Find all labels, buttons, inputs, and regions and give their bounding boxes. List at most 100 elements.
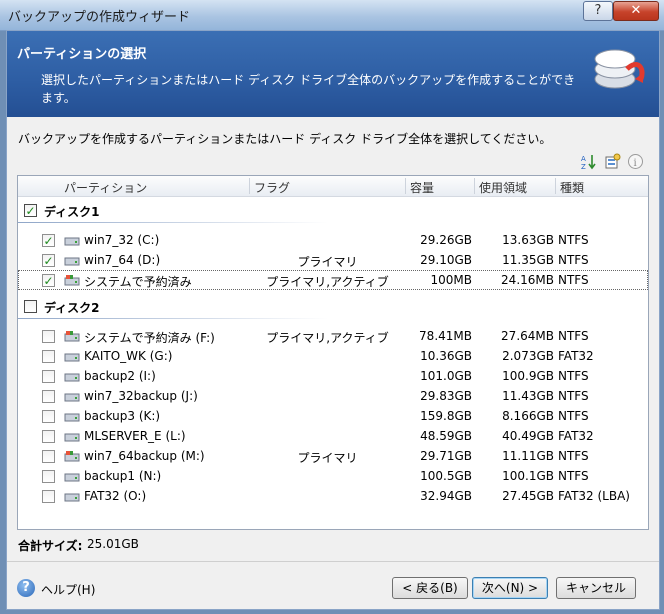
disk-icon: [64, 257, 80, 266]
close-button[interactable]: ✕: [613, 1, 659, 21]
partition-name: win7_32 (C:): [84, 233, 160, 247]
partition-flag: プライマリ,アクティブ: [266, 331, 389, 345]
partition-used: 11.11GB: [502, 449, 554, 463]
partition-type: FAT32: [558, 349, 594, 363]
partition-checkbox[interactable]: [42, 330, 55, 343]
disk-icon: [64, 373, 80, 382]
partition-checkbox[interactable]: [42, 470, 55, 483]
partition-capacity: 32.94GB: [420, 489, 472, 503]
partition-flag: プライマリ: [297, 255, 358, 269]
partition-row[interactable]: ✓ win7_64 (D:) プライマリ 29.10GB 11.35GB NTFS: [18, 250, 648, 270]
disk-label: ディスク2: [44, 301, 100, 315]
partition-name: backup3 (K:): [84, 409, 161, 423]
partition-checkbox[interactable]: [42, 410, 55, 423]
column-type[interactable]: 種類: [560, 179, 584, 196]
svg-text:A: A: [581, 155, 586, 163]
footer-divider: [7, 561, 659, 562]
partition-checkbox[interactable]: [42, 490, 55, 503]
partition-type: NTFS: [558, 469, 589, 483]
partition-checkbox[interactable]: ✓: [42, 234, 55, 247]
partition-type: NTFS: [558, 389, 589, 403]
partition-type: FAT32: [558, 429, 594, 443]
total-size-value: 25.01GB: [87, 537, 139, 551]
partition-row[interactable]: ✓ win7_32 (C:) 29.26GB 13.63GB NTFS: [18, 230, 648, 250]
partition-capacity: 29.10GB: [420, 253, 472, 267]
partition-name: backup1 (N:): [84, 469, 162, 483]
wizard-body: パーティションの選択 選択したパーティションまたはハード ディスク ドライブ全体…: [6, 30, 660, 610]
partition-used: 11.35GB: [502, 253, 554, 267]
partition-checkbox[interactable]: [42, 450, 55, 463]
partition-flag: プライマリ: [297, 451, 358, 465]
partition-row[interactable]: システムで予約済み (F:) プライマリ,アクティブ 78.41MB 27.64MB N…: [18, 326, 648, 346]
help-icon[interactable]: ?: [17, 579, 35, 597]
partition-checkbox[interactable]: [42, 390, 55, 403]
partition-checkbox[interactable]: [42, 350, 55, 363]
back-button[interactable]: < 戻る(B): [392, 577, 468, 599]
disk-checkbox[interactable]: ✓: [24, 204, 37, 217]
partition-capacity: 29.26GB: [420, 233, 472, 247]
partition-capacity: 10.36GB: [420, 349, 472, 363]
disk-icon: [64, 413, 80, 422]
column-used[interactable]: 使用領域: [479, 179, 527, 196]
title-bar: バックアップの作成ウィザード ? ✕: [0, 0, 664, 31]
partition-used: 24.16MB: [501, 273, 554, 287]
partition-type: NTFS: [558, 233, 589, 247]
partition-used: 13.63GB: [502, 233, 554, 247]
disk-icon: [64, 473, 80, 482]
partition-type: FAT32 (LBA): [558, 489, 630, 503]
partition-row[interactable]: FAT32 (O:) 32.94GB 27.45GB FAT32 (LBA): [18, 486, 648, 506]
partition-row[interactable]: ✓ システムで予約済み プライマリ,アクティブ 100MB 24.16MB NTFS: [18, 270, 648, 290]
partition-row[interactable]: MLSERVER_E (L:) 48.59GB 40.49GB FAT32: [18, 426, 648, 446]
help-link[interactable]: ヘルプ(H): [41, 581, 95, 598]
partition-type: NTFS: [558, 329, 589, 343]
partition-row[interactable]: KAITO_WK (G:) 10.36GB 2.073GB FAT32: [18, 346, 648, 366]
next-button[interactable]: 次へ(N) >: [472, 577, 548, 599]
partition-name: win7_32backup (J:): [84, 389, 198, 403]
properties-icon[interactable]: [604, 153, 621, 170]
partition-used: 100.1GB: [502, 469, 554, 483]
partition-list[interactable]: パーティション フラグ 容量 使用領域 種類 ✓ ディスク1 ✓ win7_32 (C…: [17, 175, 649, 530]
disk-checkbox[interactable]: [24, 300, 37, 313]
partition-checkbox[interactable]: [42, 430, 55, 443]
cancel-button[interactable]: キャンセル: [556, 577, 636, 599]
partition-capacity: 101.0GB: [420, 369, 472, 383]
partition-name: win7_64 (D:): [84, 253, 161, 267]
column-flag[interactable]: フラグ: [254, 179, 290, 196]
system-disk-icon: [64, 275, 80, 286]
column-capacity[interactable]: 容量: [410, 179, 434, 196]
partition-flag: プライマリ,アクティブ: [266, 275, 389, 289]
column-partition[interactable]: パーティション: [64, 179, 147, 196]
partition-row[interactable]: backup2 (I:) 101.0GB 100.9GB NTFS: [18, 366, 648, 386]
backup-logo-icon: [594, 49, 645, 89]
sort-icon[interactable]: A Z: [580, 153, 597, 170]
disk-group: ディスク2: [18, 296, 648, 319]
disk-label: ディスク1: [44, 205, 100, 219]
disk-icon: [64, 237, 80, 246]
partition-checkbox[interactable]: ✓: [42, 274, 55, 287]
page-title: パーティションの選択: [17, 47, 147, 62]
partition-checkbox[interactable]: ✓: [42, 254, 55, 267]
info-icon[interactable]: i: [627, 153, 644, 170]
instruction-text: バックアップを作成するパーティションまたはハード ディスク ドライブ全体を選択し…: [18, 132, 552, 146]
partition-row[interactable]: win7_32backup (J:) 29.83GB 11.43GB NTFS: [18, 386, 648, 406]
partition-checkbox[interactable]: [42, 370, 55, 383]
title-help-button[interactable]: ?: [583, 1, 613, 21]
partition-capacity: 100.5GB: [420, 469, 472, 483]
partition-name: backup2 (I:): [84, 369, 156, 383]
system-disk-icon: [64, 331, 80, 342]
partition-type: NTFS: [558, 449, 589, 463]
partition-row[interactable]: backup1 (N:) 100.5GB 100.1GB NTFS: [18, 466, 648, 486]
disk-icon: [64, 393, 80, 402]
disk-icon: [64, 493, 80, 502]
svg-text:i: i: [634, 158, 637, 169]
partition-type: NTFS: [558, 369, 589, 383]
partition-used: 40.49GB: [502, 429, 554, 443]
svg-text:Z: Z: [581, 163, 586, 170]
partition-row[interactable]: backup3 (K:) 159.8GB 8.166GB NTFS: [18, 406, 648, 426]
partition-row[interactable]: win7_64backup (M:) プライマリ 29.71GB 11.11GB NTF…: [18, 446, 648, 466]
partition-type: NTFS: [558, 273, 589, 287]
group-underline: [18, 318, 328, 319]
group-underline: [18, 222, 328, 223]
partition-capacity: 48.59GB: [420, 429, 472, 443]
wizard-window: バックアップの作成ウィザード ? ✕ パーティションの選択 選択したパーティショ…: [0, 0, 664, 614]
